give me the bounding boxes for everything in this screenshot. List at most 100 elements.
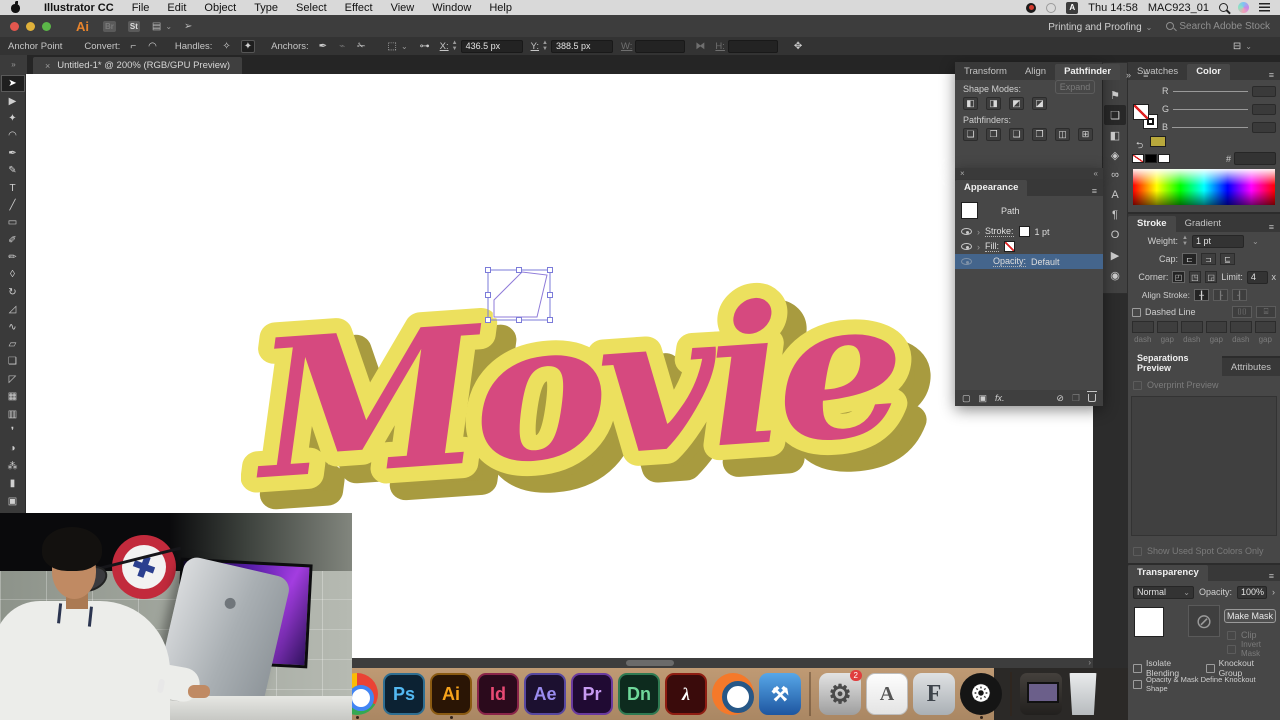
opacity-link[interactable]: Opacity: xyxy=(993,256,1027,267)
invert-mask-checkbox[interactable] xyxy=(1227,644,1236,654)
dash-input[interactable] xyxy=(1230,321,1252,333)
constrain-link-icon[interactable]: ⧓ xyxy=(693,41,707,52)
dash-input[interactable] xyxy=(1132,321,1154,333)
last-color-swatch[interactable] xyxy=(1150,136,1166,147)
dock-item[interactable] xyxy=(1007,672,1015,716)
selection-bounds[interactable] xyxy=(487,269,551,321)
pathfinder-button[interactable]: ❑ xyxy=(1009,128,1024,141)
dock-item[interactable]: Dn xyxy=(618,673,660,715)
gap-input[interactable] xyxy=(1205,321,1227,333)
tool-button[interactable]: ◊ xyxy=(1,266,25,283)
channel-slider[interactable] xyxy=(1173,108,1248,110)
dock-item[interactable]: λ xyxy=(665,673,707,715)
add-effect-icon[interactable]: fx. xyxy=(995,393,1005,403)
panel-menu-icon[interactable]: ≡ xyxy=(1137,70,1154,80)
notification-center-icon[interactable] xyxy=(1259,3,1270,12)
dock-item[interactable]: Ae xyxy=(524,673,566,715)
menu-help[interactable]: Help xyxy=(480,2,521,14)
appearance-path-row[interactable]: Path xyxy=(955,196,1103,224)
appearance-stroke-row[interactable]: › Stroke: 1 pt xyxy=(955,224,1103,239)
convert-corner-icon[interactable]: ⌐ xyxy=(128,41,138,52)
visibility-eye-icon[interactable] xyxy=(961,243,972,250)
close-window-button[interactable] xyxy=(10,21,19,31)
minimize-window-button[interactable] xyxy=(26,21,35,31)
stroke-swatch[interactable] xyxy=(1018,226,1030,237)
gap-input[interactable] xyxy=(1254,321,1276,333)
opacity-chevron-icon[interactable]: › xyxy=(1272,587,1275,597)
dash-input[interactable] xyxy=(1181,321,1203,333)
tool-button[interactable]: ▮ xyxy=(1,475,25,492)
align-inside-button[interactable]: ┠ xyxy=(1213,289,1228,301)
tool-button[interactable]: ❜ xyxy=(1,423,25,440)
channel-slider[interactable] xyxy=(1172,90,1248,92)
menu-select[interactable]: Select xyxy=(287,2,336,14)
stock-button[interactable]: St xyxy=(127,20,140,32)
artwork-main-text[interactable]: Movie xyxy=(241,240,919,538)
tool-button[interactable]: ∿ xyxy=(1,318,25,335)
panel-dock-icon[interactable]: ❑ xyxy=(1104,105,1126,125)
transparency-menu-icon[interactable]: ≡ xyxy=(1263,571,1280,581)
shape-mode-button[interactable]: ◨ xyxy=(986,97,1001,110)
scrollbar-thumb[interactable] xyxy=(626,660,674,666)
cut-path-icon[interactable]: ✁ xyxy=(355,41,367,52)
y-stepper[interactable]: ▲ ▼ xyxy=(542,40,548,52)
panel-dock-icon[interactable]: A xyxy=(1104,185,1126,205)
tool-button[interactable]: ▱ xyxy=(1,336,25,353)
tool-button[interactable]: ✎ xyxy=(1,162,25,179)
dock-item[interactable] xyxy=(1020,673,1062,715)
add-stroke-icon[interactable]: ▢ xyxy=(962,393,971,404)
input-source-icon[interactable]: A xyxy=(1066,1,1079,14)
expand-chevron-icon[interactable]: › xyxy=(977,227,980,237)
align-center-button[interactable]: ╂ xyxy=(1194,289,1209,301)
dock-item[interactable]: Id xyxy=(477,673,519,715)
apple-menu-icon[interactable] xyxy=(10,1,21,13)
panel-dock-icon[interactable]: ▶ xyxy=(1104,245,1126,265)
channel-value-input[interactable] xyxy=(1252,121,1276,133)
mask-thumbnail[interactable]: ⊘ xyxy=(1188,605,1220,637)
free-transform-icon[interactable]: ✥ xyxy=(792,41,804,52)
dock-item[interactable]: ⚙ xyxy=(819,670,863,715)
clip-checkbox[interactable] xyxy=(1227,630,1236,640)
miter-join-button[interactable]: ◰ xyxy=(1172,271,1185,283)
spotlight-icon[interactable] xyxy=(1219,3,1228,12)
preserve-dash-icon[interactable]: ⌷⌷ xyxy=(1232,306,1252,318)
tab-appearance[interactable]: Appearance xyxy=(955,180,1028,196)
tab-pathfinder[interactable]: Pathfinder xyxy=(1055,64,1121,80)
round-join-button[interactable]: ◳ xyxy=(1188,271,1202,283)
panel-dock-icon[interactable]: ¶ xyxy=(1104,205,1126,225)
channel-slider[interactable] xyxy=(1172,126,1248,128)
isolate-icon[interactable]: ⊶ xyxy=(418,41,432,52)
dock-item[interactable] xyxy=(806,672,814,716)
hide-handles-icon[interactable]: ✦ xyxy=(240,39,256,53)
tool-button[interactable]: ▦ xyxy=(1,388,25,405)
tool-button[interactable]: T xyxy=(1,179,25,196)
pathfinder-button[interactable]: ❐ xyxy=(986,128,1001,141)
gap-input[interactable] xyxy=(1156,321,1178,333)
tool-button[interactable]: ▶ xyxy=(1,92,25,109)
object-thumbnail[interactable] xyxy=(1134,607,1164,637)
x-input[interactable]: 436.5 px xyxy=(460,39,523,53)
knockout-group-checkbox[interactable] xyxy=(1205,663,1215,673)
tool-button[interactable]: ▭ xyxy=(1,214,25,231)
channel-value-input[interactable] xyxy=(1252,85,1276,97)
zoom-window-button[interactable] xyxy=(42,21,51,31)
clear-appearance-icon[interactable]: ⊘ xyxy=(1056,393,1064,404)
tool-button[interactable]: ◑ xyxy=(1,440,25,457)
movie-artwork[interactable]: Movie Movie xyxy=(241,224,941,554)
shape-mode-button[interactable]: ◪ xyxy=(1032,97,1047,110)
last-color-icon[interactable]: ⮌ xyxy=(1136,138,1143,154)
bridge-button[interactable]: Br xyxy=(103,20,116,32)
pathfinder-button[interactable]: ⊞ xyxy=(1078,128,1093,141)
weight-stepper[interactable]: ▲ ▼ xyxy=(1182,235,1188,247)
dock-item[interactable]: Pr xyxy=(571,673,613,715)
blend-mode-select[interactable]: Normal ⌄ xyxy=(1133,585,1194,599)
share-icon[interactable]: ➢ xyxy=(184,21,192,32)
shape-mode-button[interactable]: ◩ xyxy=(1009,97,1024,110)
delete-item-icon[interactable] xyxy=(1087,391,1097,402)
tab-color[interactable]: Color xyxy=(1187,64,1230,80)
tool-button[interactable]: ╱ xyxy=(1,197,25,214)
tab-attributes[interactable]: Attributes xyxy=(1222,360,1280,376)
panel-dock-icon[interactable]: ◧ xyxy=(1104,125,1126,145)
tab-stroke[interactable]: Stroke xyxy=(1128,216,1176,232)
round-cap-button[interactable]: ⊐ xyxy=(1201,253,1216,265)
